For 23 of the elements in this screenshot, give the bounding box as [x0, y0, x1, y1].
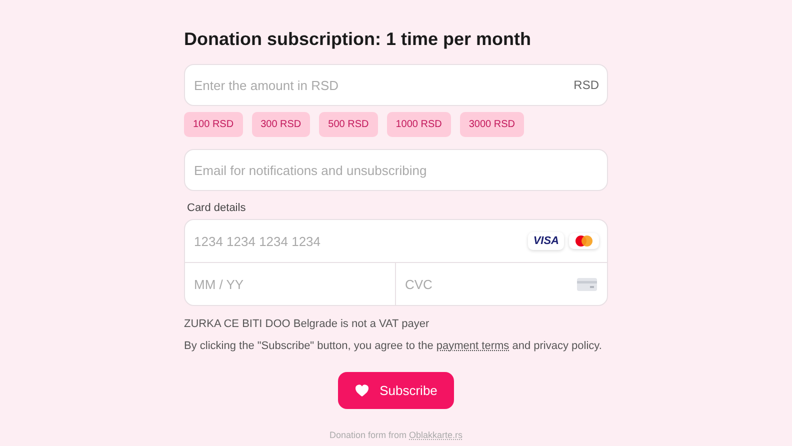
- mastercard-icon: [569, 233, 599, 249]
- heart-icon: [354, 384, 369, 397]
- amount-preset-button[interactable]: 500 RSD: [319, 112, 378, 137]
- amount-preset-button[interactable]: 300 RSD: [252, 112, 310, 137]
- footer-text: Donation form from Oblakkarte.rs: [328, 430, 464, 440]
- cvc-field[interactable]: CVC: [396, 263, 577, 305]
- expiry-field[interactable]: MM / YY: [185, 263, 396, 305]
- amount-preset-button[interactable]: 1000 RSD: [386, 112, 451, 137]
- amount-preset-button[interactable]: 3000 RSD: [460, 112, 524, 137]
- amount-preset-button[interactable]: 100 RSD: [184, 112, 243, 137]
- vat-note: ZURKA CE BITI DOO Belgrade is not a VAT payer: [184, 318, 430, 330]
- card-icon: [577, 278, 597, 290]
- form-title: Donation subscription: 1 time per month: [184, 29, 532, 51]
- subscribe-button[interactable]: Subscribe: [338, 372, 454, 409]
- card-number-field[interactable]: 1234 1234 1234 1234: [185, 220, 524, 262]
- card-details-label: Card details: [187, 202, 247, 214]
- card-field[interactable]: 1234 1234 1234 1234 VISA MM / YY CVC: [184, 219, 608, 306]
- payment-terms-link[interactable]: payment terms: [436, 340, 510, 352]
- email-field[interactable]: Email for notifications and unsubscribing: [184, 149, 608, 191]
- consent-text: By clicking the "Subscribe" button, you agree to the payment terms and privacy policy.: [184, 340, 603, 352]
- currency-label: RSD: [574, 78, 599, 92]
- visa-logo: VISA: [528, 232, 564, 250]
- oblakkarte-link[interactable]: Oblakkarte.rs: [409, 430, 463, 440]
